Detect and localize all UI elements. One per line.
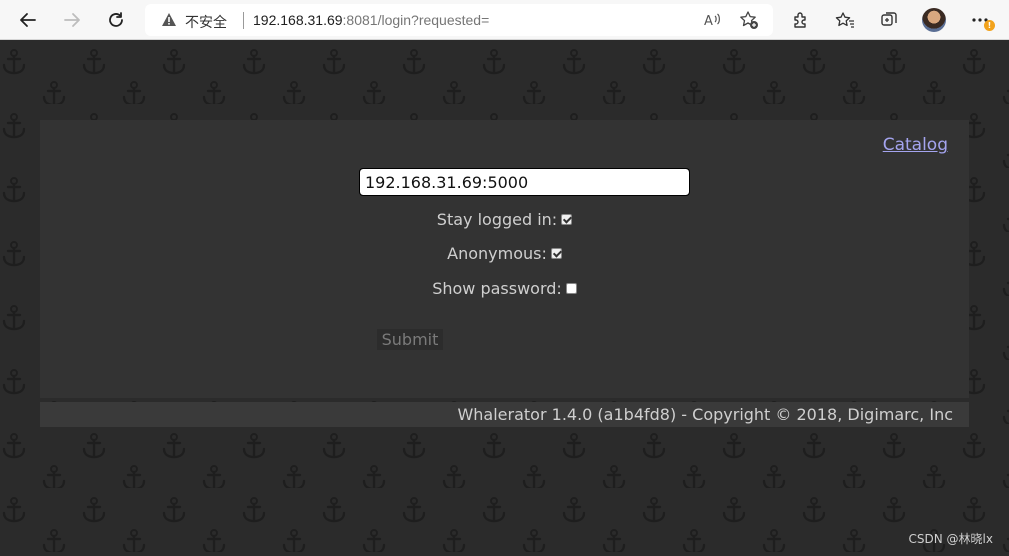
address-divider bbox=[243, 12, 244, 29]
url-path: :8081/login?requested= bbox=[342, 12, 490, 28]
svg-text:A: A bbox=[704, 14, 713, 29]
url-host: 192.168.31.69 bbox=[253, 12, 343, 28]
browser-toolbar: 不安全 192.168.31.69:8081/login?requested= … bbox=[0, 0, 1009, 40]
collections-icon[interactable] bbox=[875, 6, 903, 34]
footer: Whalerator 1.4.0 (a1b4fd8) - Copyright ©… bbox=[40, 402, 969, 427]
add-favorite-icon[interactable] bbox=[739, 10, 759, 33]
submit-button[interactable]: Submit bbox=[377, 329, 443, 350]
server-input[interactable] bbox=[359, 168, 690, 196]
forward-icon[interactable] bbox=[58, 6, 86, 34]
url-text[interactable]: 192.168.31.69:8081/login?requested= bbox=[253, 12, 489, 28]
anonymous-checkbox[interactable] bbox=[550, 248, 562, 259]
notification-badge-icon: ! bbox=[984, 20, 995, 31]
catalog-link[interactable]: Catalog bbox=[883, 135, 948, 155]
profile-avatar[interactable] bbox=[922, 8, 946, 32]
show-password-row: Show password: bbox=[40, 279, 969, 298]
anonymous-row: Anonymous: bbox=[40, 244, 969, 263]
show-password-checkbox[interactable] bbox=[565, 283, 577, 294]
page: Catalog Stay logged in: Anonymous: Show … bbox=[0, 40, 1009, 556]
address-bar[interactable]: 不安全 192.168.31.69:8081/login?requested= … bbox=[145, 4, 773, 36]
security-label[interactable]: 不安全 bbox=[185, 12, 227, 32]
read-aloud-icon[interactable]: A bbox=[703, 10, 723, 33]
back-icon[interactable] bbox=[14, 6, 42, 34]
warning-icon[interactable] bbox=[161, 12, 177, 30]
stay-logged-in-checkbox[interactable] bbox=[561, 214, 573, 225]
stay-logged-in-row: Stay logged in: bbox=[40, 210, 969, 229]
extensions-icon[interactable] bbox=[787, 6, 815, 34]
show-password-label: Show password: bbox=[432, 279, 562, 298]
watermark: CSDN @林晓lx bbox=[908, 532, 993, 546]
footer-copyright: Whalerator 1.4.0 (a1b4fd8) - Copyright ©… bbox=[457, 405, 953, 424]
anonymous-label: Anonymous: bbox=[447, 244, 547, 263]
login-card: Catalog Stay logged in: Anonymous: Show … bbox=[40, 120, 969, 398]
stay-logged-in-label: Stay logged in: bbox=[436, 210, 558, 229]
refresh-icon[interactable] bbox=[102, 6, 130, 34]
favorites-icon[interactable] bbox=[831, 6, 859, 34]
